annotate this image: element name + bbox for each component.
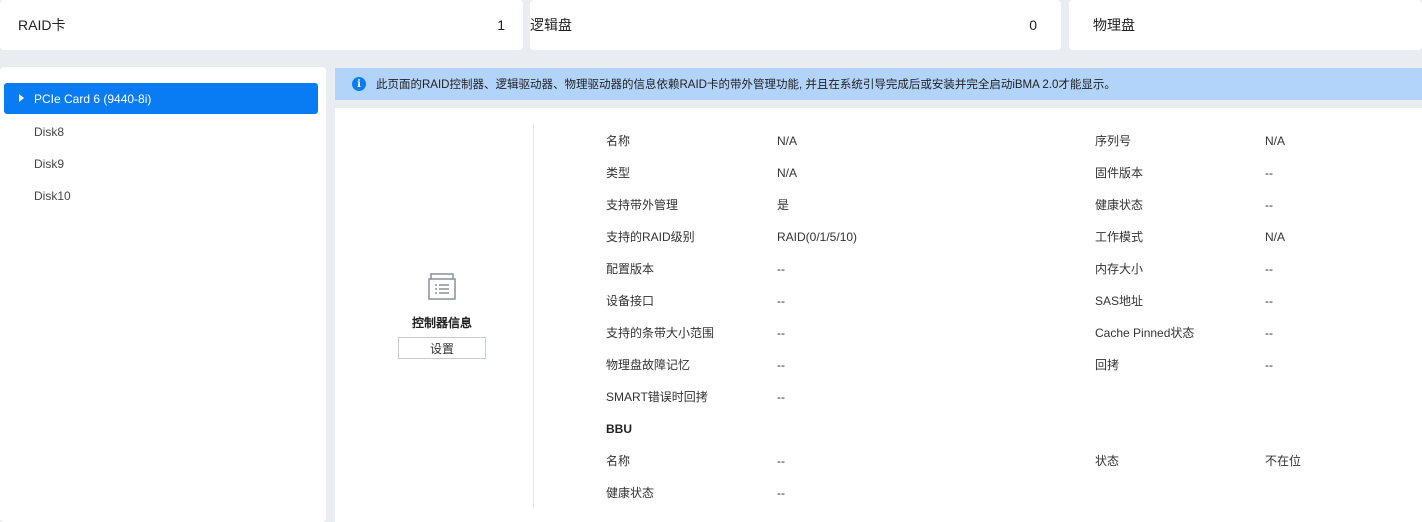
logical-disk-summary: 逻辑盘 0 <box>530 0 1061 50</box>
tree-item-pcie-card-6[interactable]: PCIe Card 6 (9440-8i) <box>4 83 318 114</box>
physical-disk-summary: 物理盘 <box>1069 0 1422 50</box>
memory-size-label: 内存大小 <box>1095 262 1144 276</box>
smart-copyback-value: -- <box>777 390 785 404</box>
storage-tree: PCIe Card 6 (9440-8i) Disk8 Disk9 Disk10 <box>0 67 326 522</box>
notice-text: 此页面的RAID控制器、逻辑驱动器、物理驱动器的信息依赖RAID卡的带外管理功能… <box>376 79 1116 91</box>
bbu-name-value: -- <box>777 454 785 468</box>
stripe-size-range-label: 支持的条带大小范围 <box>606 326 715 340</box>
name-value: N/A <box>777 134 798 148</box>
tree-item-label: Disk8 <box>34 124 65 139</box>
cache-pinned-value: -- <box>1265 326 1273 340</box>
controller-panel: 控制器信息 设置 名称 N/A 类型 N/A 支持带外管理 是 支持的RAID级… <box>335 108 1422 522</box>
info-notice: i 此页面的RAID控制器、逻辑驱动器、物理驱动器的信息依赖RAID卡的带外管理… <box>335 68 1422 100</box>
tree-item-label: Disk9 <box>34 156 65 171</box>
memory-size-value: -- <box>1265 262 1273 276</box>
sas-address-value: -- <box>1265 294 1273 308</box>
expand-arrow-icon[interactable] <box>19 94 24 102</box>
stripe-size-range-value: -- <box>777 326 785 340</box>
logical-disk-label: 逻辑盘 <box>530 17 572 33</box>
config-version-value: -- <box>777 262 785 276</box>
raid-levels-label: 支持的RAID级别 <box>606 230 695 244</box>
bbu-section-title: BBU <box>606 422 632 436</box>
device-interface-value: -- <box>777 294 785 308</box>
raid-card-label: RAID卡 <box>18 17 66 33</box>
physical-disk-label: 物理盘 <box>1093 17 1135 33</box>
tree-item-disk8[interactable]: Disk8 <box>4 116 318 147</box>
health-status-value: -- <box>1265 198 1273 212</box>
cache-pinned-label: Cache Pinned状态 <box>1095 326 1195 340</box>
bbu-name-label: 名称 <box>606 454 631 468</box>
tree-item-disk9[interactable]: Disk9 <box>4 148 318 179</box>
serial-number-label: 序列号 <box>1095 134 1132 148</box>
bbu-status-label: 状态 <box>1095 454 1120 468</box>
settings-button[interactable]: 设置 <box>398 337 486 359</box>
raid-card-count: 1 <box>497 17 505 33</box>
oob-support-label: 支持带外管理 <box>606 198 679 212</box>
type-value: N/A <box>777 166 798 180</box>
pd-fault-memory-label: 物理盘故障记忆 <box>606 358 691 372</box>
raid-card-summary: RAID卡 1 <box>0 0 523 50</box>
work-mode-value: N/A <box>1265 230 1286 244</box>
bbu-status-value: 不在位 <box>1265 454 1302 468</box>
config-version-label: 配置版本 <box>606 262 655 276</box>
copyback-value: -- <box>1265 358 1273 372</box>
tree-item-disk10[interactable]: Disk10 <box>4 180 318 211</box>
bbu-health-value: -- <box>777 486 785 500</box>
smart-copyback-label: SMART错误时回拷 <box>606 390 708 404</box>
device-interface-label: 设备接口 <box>606 294 655 308</box>
serial-number-value: N/A <box>1265 134 1286 148</box>
type-label: 类型 <box>606 166 631 180</box>
controller-info-icon <box>428 273 456 300</box>
divider <box>533 124 534 508</box>
firmware-version-value: -- <box>1265 166 1273 180</box>
logical-disk-count: 0 <box>1029 17 1037 33</box>
bbu-health-label: 健康状态 <box>606 486 655 500</box>
tree-item-label: Disk10 <box>34 188 71 203</box>
health-status-label: 健康状态 <box>1095 198 1144 212</box>
controller-info-title: 控制器信息 <box>411 316 472 330</box>
work-mode-label: 工作模式 <box>1095 230 1144 244</box>
info-icon: i <box>352 77 366 91</box>
copyback-label: 回拷 <box>1095 358 1120 372</box>
raid-levels-value: RAID(0/1/5/10) <box>777 230 858 244</box>
pd-fault-memory-value: -- <box>777 358 785 372</box>
firmware-version-label: 固件版本 <box>1095 166 1144 180</box>
oob-support-value: 是 <box>777 198 790 212</box>
sas-address-label: SAS地址 <box>1095 294 1144 308</box>
name-label: 名称 <box>606 134 631 148</box>
tree-item-label: PCIe Card 6 (9440-8i) <box>34 91 152 106</box>
